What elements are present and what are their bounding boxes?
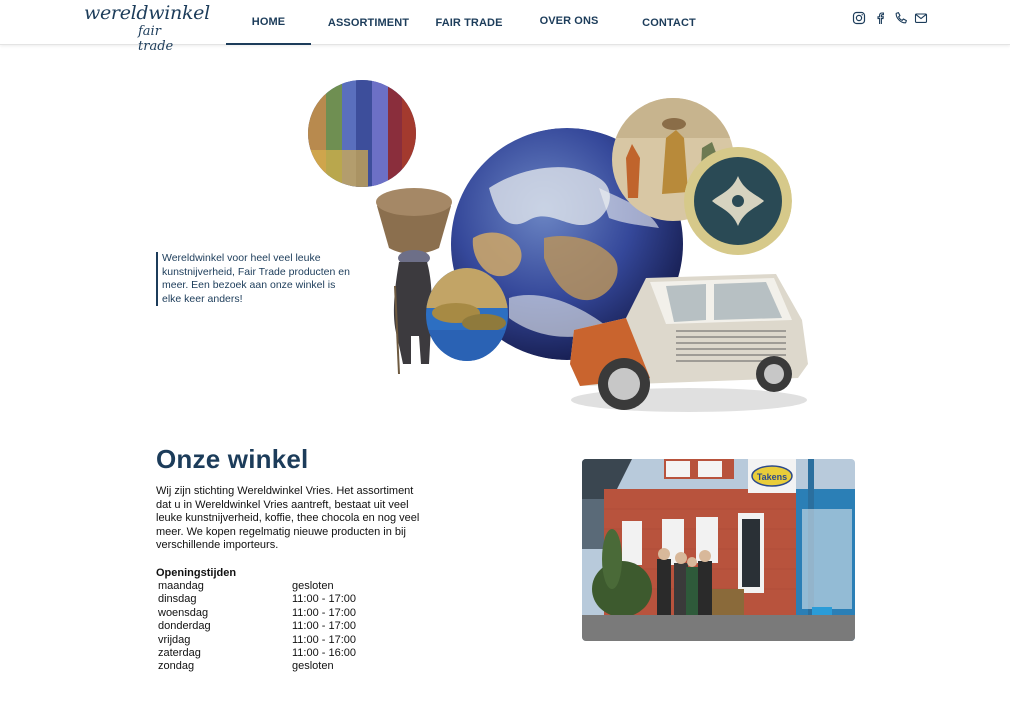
hours-time: 11:00 - 17:00 [292, 606, 357, 619]
opening-hours-title: Openingstijden [156, 567, 237, 579]
hours-row: zondag gesloten [158, 660, 398, 673]
hours-day: woensdag [158, 606, 209, 619]
decorative-plate-image [684, 146, 792, 256]
newspaper-car-image [566, 268, 812, 414]
mail-icon[interactable] [914, 11, 928, 25]
textiles-image [308, 80, 416, 187]
site-header: wereldwinkel fair trade HOME ASSORTIMENT… [0, 0, 1010, 54]
hours-time: 11:00 - 17:00 [292, 620, 357, 633]
section-title: Onze winkel [156, 444, 309, 474]
hours-row: vrijdag 11:00 - 17:00 [158, 634, 398, 647]
hours-day: maandag [158, 580, 204, 592]
hours-day: donderdag [158, 620, 211, 633]
nav-home-label: HOME [251, 15, 286, 28]
hours-day: vrijdag [158, 633, 191, 646]
hours-day: zondag [158, 660, 195, 673]
site-logo[interactable]: wereldwinkel fair trade [84, 2, 210, 54]
hours-day: zaterdag [158, 646, 201, 659]
hours-day: dinsdag [158, 593, 197, 606]
section-description: Wij zijn stichting Wereldwinkel Vries. H… [156, 485, 420, 551]
hero-collage: Wereldwinkel voor heel veel leuke kunstn… [0, 46, 1010, 426]
nav-assortiment[interactable]: ASSORTIMENT [326, 0, 411, 45]
nav-over-ons[interactable]: OVER ONS [526, 0, 612, 43]
nav-over-ons-label: OVER ONS [539, 14, 599, 27]
shop-photo: Takens [582, 459, 855, 641]
facebook-icon[interactable] [873, 11, 887, 25]
hours-row: donderdag 11:00 - 17:00 [158, 620, 398, 633]
instagram-icon[interactable] [852, 11, 866, 25]
hours-time: 11:00 - 16:00 [292, 646, 357, 659]
shop-sign-text: Takens [757, 472, 787, 482]
nav-contact-label: CONTACT [642, 16, 696, 29]
hours-row: woensdag 11:00 - 17:00 [158, 607, 398, 620]
hours-time: 11:00 - 17:00 [292, 593, 357, 606]
logo-wordmark: wereldwinkel [84, 2, 210, 24]
hours-row: zaterdag 11:00 - 16:00 [158, 647, 398, 660]
opening-hours-table: maandag gesloten dinsdag 11:00 - 17:00 woe… [158, 580, 398, 674]
nav-contact[interactable]: CONTACT [626, 0, 712, 45]
hours-time: 11:00 - 17:00 [292, 633, 357, 646]
nav-fair-trade-label: FAIR TRADE [435, 16, 503, 29]
spices-image [426, 268, 508, 361]
nav-home[interactable]: HOME [226, 0, 311, 45]
phone-icon[interactable] [894, 11, 908, 25]
hours-time: gesloten [292, 580, 334, 592]
hours-row: maandag gesloten [158, 580, 398, 593]
hours-row: dinsdag 11:00 - 17:00 [158, 593, 398, 606]
nav-fair-trade[interactable]: FAIR TRADE [426, 0, 512, 45]
hero-intro-text: Wereldwinkel voor heel veel leuke kunstn… [156, 252, 356, 306]
hours-time: gesloten [292, 660, 334, 673]
nav-assortiment-label: ASSORTIMENT [327, 16, 410, 29]
